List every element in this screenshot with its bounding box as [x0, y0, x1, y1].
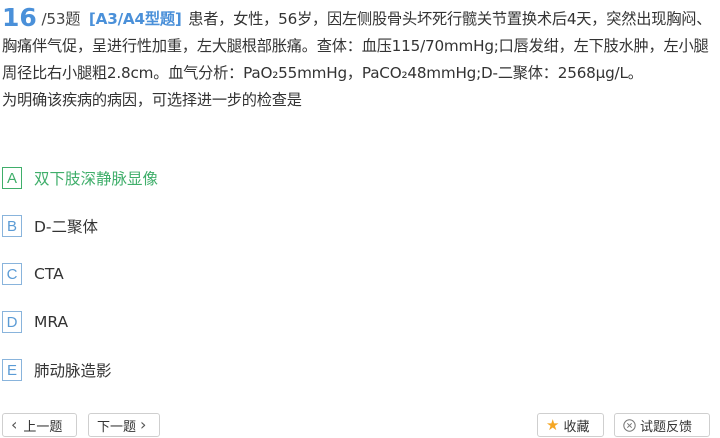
- option-text: 肺动脉造影: [34, 362, 112, 380]
- option-text: D-二聚体: [34, 218, 99, 236]
- question-block: 16 /53题 [A3/A4型题] 患者，女性，56岁，因左侧股骨头坏死行髋关节…: [2, 4, 716, 114]
- question-number: 16: [2, 3, 37, 32]
- option-b[interactable]: B D-二聚体: [2, 214, 98, 238]
- option-letter: B: [2, 215, 22, 237]
- feedback-button[interactable]: 试题反馈: [614, 413, 710, 437]
- option-letter: C: [2, 263, 22, 285]
- option-text: CTA: [34, 265, 64, 283]
- chevron-left-icon: ‹: [11, 415, 18, 434]
- feedback-label: 试题反馈: [640, 419, 693, 435]
- option-letter: E: [2, 359, 22, 381]
- option-text: MRA: [34, 313, 69, 331]
- next-question-button[interactable]: 下一题 ›: [88, 413, 160, 437]
- chevron-right-icon: ›: [140, 415, 147, 434]
- favorite-label: 收藏: [563, 419, 590, 435]
- option-text: 双下肢深静脉显像: [34, 170, 159, 188]
- option-letter: D: [2, 311, 22, 333]
- prev-question-label: 上一题: [23, 419, 63, 435]
- option-letter: A: [2, 167, 22, 189]
- question-ask: 为明确该疾病的病因，可选择进一步的检查是: [2, 91, 302, 109]
- option-d[interactable]: D MRA: [2, 310, 68, 334]
- favorite-button[interactable]: ★ 收藏: [537, 413, 604, 437]
- option-c[interactable]: C CTA: [2, 262, 64, 286]
- question-type: [A3/A4型题]: [88, 10, 182, 28]
- prev-question-button[interactable]: ‹ 上一题: [2, 413, 77, 437]
- option-e[interactable]: E 肺动脉造影: [2, 358, 112, 382]
- star-icon: ★: [546, 416, 560, 434]
- next-question-label: 下一题: [97, 419, 137, 435]
- option-a[interactable]: A 双下肢深静脉显像: [2, 166, 158, 190]
- close-circle-icon: [623, 418, 636, 432]
- question-total: /53题: [41, 10, 81, 28]
